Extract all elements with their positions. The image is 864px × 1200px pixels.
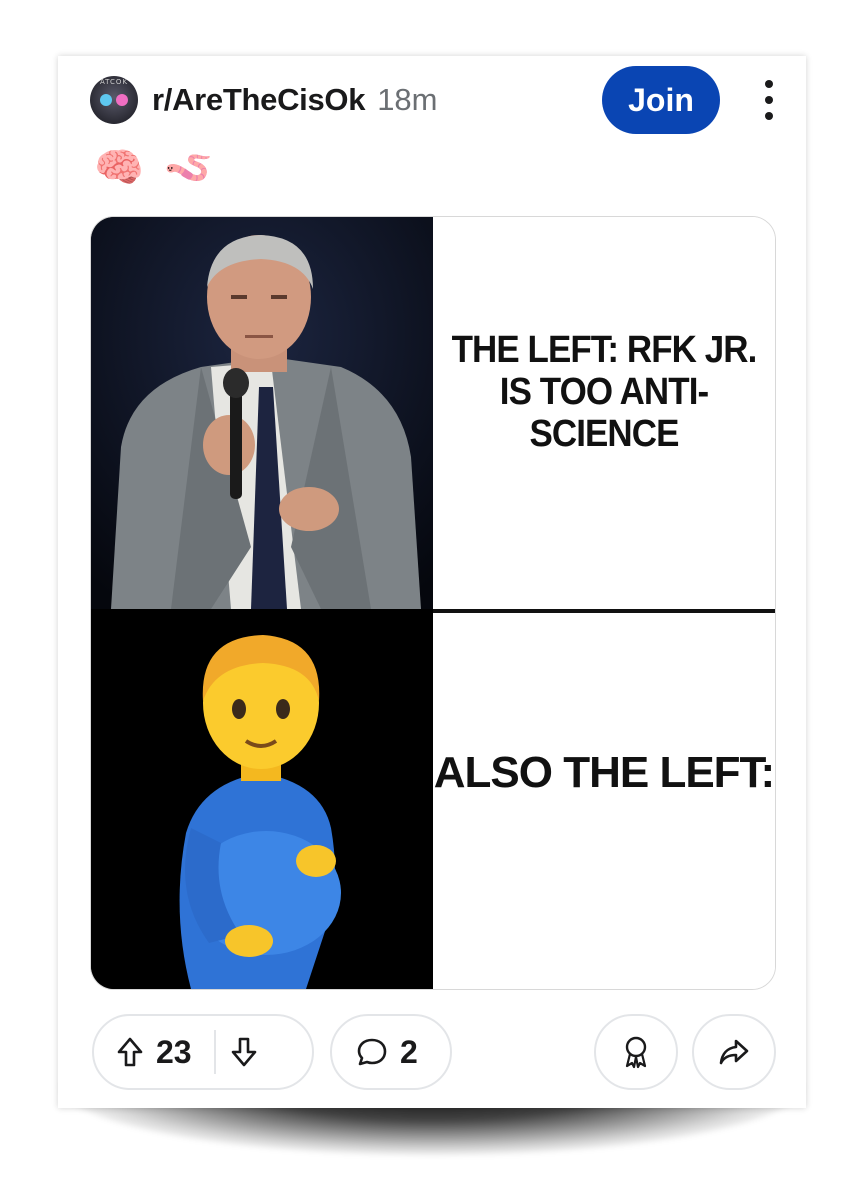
upvote-arrow-icon[interactable]	[116, 1036, 144, 1068]
join-button[interactable]: Join	[602, 66, 720, 134]
share-arrow-icon	[718, 1037, 750, 1067]
post-header: ATCOK r/AreTheCisOk 18m Join	[90, 66, 776, 134]
post-action-bar: 23 2	[92, 1012, 776, 1092]
more-options-icon[interactable]	[762, 80, 776, 120]
comments-button[interactable]: 2	[330, 1014, 452, 1090]
post-flair: 🧠 🪱	[94, 148, 214, 188]
upvote-count: 23	[156, 1033, 192, 1070]
post-image[interactable]: THE LEFT: RFK JR. IS TOO ANTI-SCIENCE AL…	[90, 216, 776, 990]
award-icon	[621, 1035, 651, 1069]
downvote-arrow-icon[interactable]	[230, 1036, 258, 1068]
worm-emoji: 🪱	[163, 145, 214, 191]
post-card: ATCOK r/AreTheCisOk 18m Join 🧠 🪱 THE LEF…	[58, 56, 806, 1108]
comment-count: 2	[400, 1033, 418, 1070]
meme-divider	[433, 609, 775, 613]
comment-bubble-icon	[356, 1036, 388, 1068]
avatar-eye-left	[100, 94, 112, 106]
pregnant-man-emoji	[91, 613, 433, 989]
vote-separator	[213, 1030, 216, 1074]
subreddit-name[interactable]: r/AreTheCisOk	[152, 82, 365, 118]
speaker-photo	[91, 217, 433, 609]
vote-control: 23	[92, 1014, 314, 1090]
award-button[interactable]	[594, 1014, 678, 1090]
meme-left-column	[91, 217, 433, 989]
meme-top-caption: THE LEFT: RFK JR. IS TOO ANTI-SCIENCE	[451, 329, 758, 455]
subreddit-avatar[interactable]: ATCOK	[90, 76, 138, 124]
meme-bottom-caption: ALSO THE LEFT:	[433, 748, 775, 797]
post-timestamp: 18m	[377, 82, 438, 117]
brain-emoji: 🧠	[94, 145, 144, 191]
avatar-eye-right	[116, 94, 128, 106]
avatar-lettering: ATCOK	[99, 78, 129, 86]
share-button[interactable]	[692, 1014, 776, 1090]
